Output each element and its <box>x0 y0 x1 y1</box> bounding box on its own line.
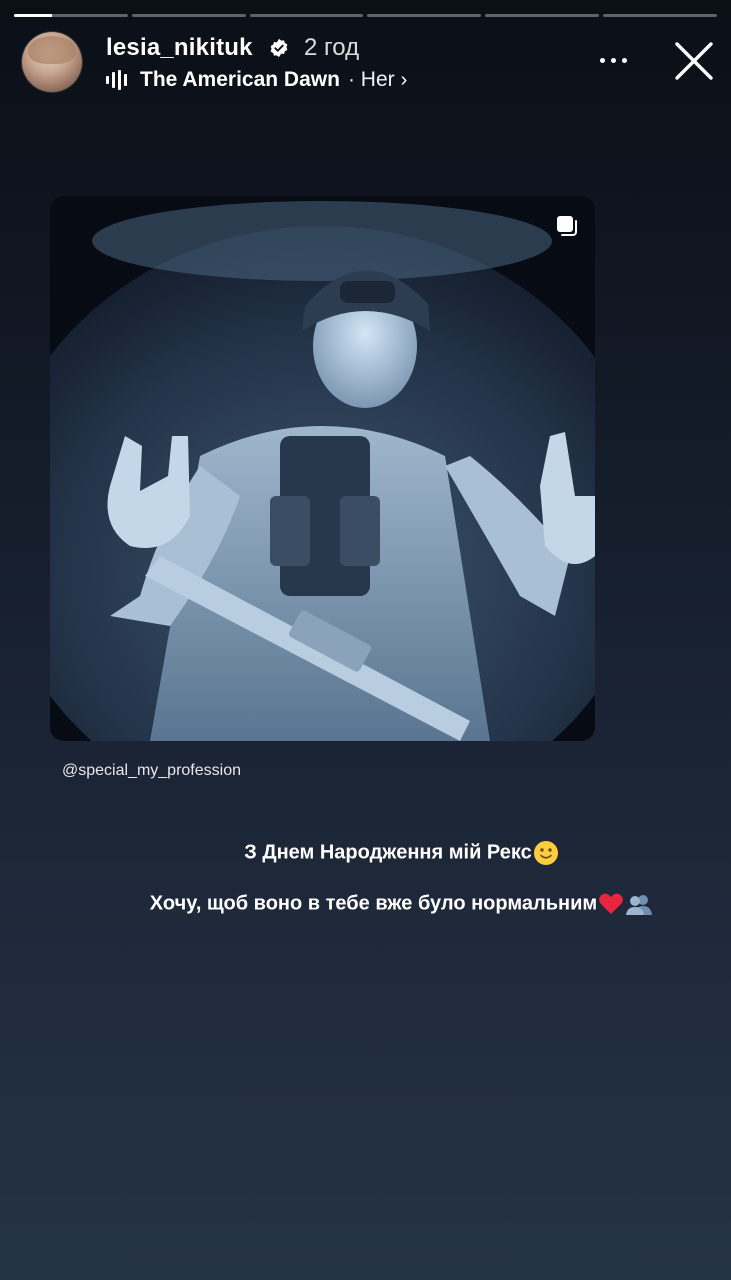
caption-text-2: Хочу, щоб воно в тебе вже було нормальни… <box>149 892 598 915</box>
progress-segment-6 <box>603 14 717 17</box>
chevron-right-icon: › <box>400 68 408 91</box>
shared-post-image[interactable] <box>50 196 595 741</box>
progress-segment-4 <box>367 14 482 17</box>
story-header: lesia_nikituk 2 год The American Dawn · … <box>22 32 715 96</box>
verified-badge-icon <box>270 38 288 58</box>
music-title: The American Dawn <box>140 68 340 91</box>
multiple-photos-icon <box>557 216 577 236</box>
more-options-button[interactable] <box>596 50 630 70</box>
red-heart-emoji <box>599 893 624 914</box>
avatar[interactable] <box>22 32 82 92</box>
progress-segment-1 <box>14 14 128 17</box>
audio-bars-icon <box>106 70 127 90</box>
username[interactable]: lesia_nikituk <box>106 34 253 62</box>
busts-in-silhouette-emoji <box>626 895 653 915</box>
music-artist: · Her <box>347 68 395 91</box>
close-button[interactable] <box>673 40 715 82</box>
caption-line-1: З Днем Народження мій Рекс <box>0 840 731 866</box>
progress-segment-5 <box>485 14 600 17</box>
caption-line-2: Хочу, щоб воно в тебе вже було нормальни… <box>0 892 731 916</box>
progress-segment-3 <box>249 14 364 17</box>
story-progress <box>14 14 717 17</box>
music-attribution[interactable]: The American Dawn · Her › <box>106 68 407 92</box>
mention-sticker[interactable]: @special_my_profession <box>62 762 241 780</box>
slightly-smiling-face-emoji <box>533 841 558 865</box>
more-dots-icon <box>599 57 605 63</box>
progress-segment-2 <box>131 14 246 17</box>
caption-text-1: З Днем Народження мій Рекс <box>244 841 532 864</box>
night-vision-photo <box>50 196 595 741</box>
post-time: 2 год <box>304 34 360 61</box>
